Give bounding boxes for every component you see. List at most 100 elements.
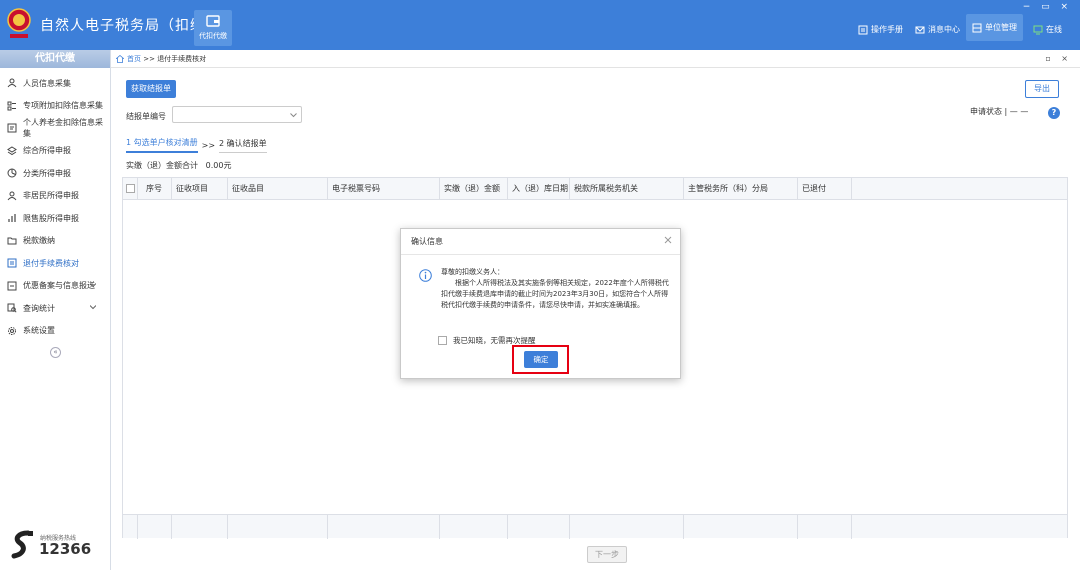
chevron-down-icon [290, 113, 297, 118]
gear-icon [8, 326, 16, 335]
table-footer [123, 514, 1067, 539]
export-button[interactable]: 导出 [1025, 80, 1059, 98]
col-levy-category: 征收品目 [228, 178, 328, 200]
building-icon [972, 23, 982, 32]
receipt-icon [7, 258, 17, 268]
pie-icon [7, 168, 17, 178]
list-icon [7, 101, 16, 111]
table-header: 序号 征收项目 征收品目 电子税票号码 实缴（退）金额 入（退）库日期 税款所属… [123, 178, 1067, 200]
col-levy-item: 征收项目 [172, 178, 228, 200]
monitor-icon [1033, 25, 1043, 34]
dialog-title: 确认信息 [401, 229, 680, 255]
breadcrumb-home[interactable]: 首页 [127, 54, 141, 64]
online-label: 在线 [1046, 25, 1062, 34]
settlement-number-label: 结报单编号 [126, 112, 166, 121]
total-amount: 实缴（退）金额合计 0.00元 [126, 161, 232, 170]
sidebar-item-tax-payment[interactable]: 税款缴纳 [0, 230, 110, 253]
select-all-checkbox[interactable] [126, 184, 135, 193]
sidebar-item-label: 系统设置 [23, 326, 55, 336]
step-separator: >> [201, 140, 216, 150]
highlight-box [512, 345, 569, 374]
sidebar-item-pension[interactable]: 个人养老金扣除信息采集 [0, 117, 110, 140]
person-icon [7, 78, 17, 88]
file-icon [7, 281, 17, 291]
footer-cell [328, 515, 440, 539]
sidebar-item-label: 限售股所得申报 [23, 213, 79, 223]
breadcrumb-current: 退付手续费核对 [157, 54, 207, 63]
sidebar-item-label: 税款缴纳 [23, 236, 55, 246]
col-index: 序号 [138, 178, 172, 200]
dialog-message: 尊敬的扣缴义务人： 根据个人所得税法及其实施条例等相关规定，2022年度个人所得… [441, 267, 673, 311]
tab-step2[interactable]: 2 确认结报单 [219, 138, 267, 153]
breadcrumb: 首页 >> 退付手续费核对 ▫ × [111, 50, 1080, 68]
search-icon [7, 303, 17, 313]
home-icon [116, 54, 124, 63]
chevron-down-icon [90, 305, 96, 310]
application-status: 申请状态 | — — [970, 107, 1029, 116]
sidebar-item-label: 专项附加扣除信息采集 [23, 101, 103, 111]
mail-icon [915, 26, 925, 33]
dialog-salutation: 尊敬的扣缴义务人： [441, 268, 504, 276]
sidebar-item-nonresident[interactable]: 非居民所得申报 [0, 185, 110, 208]
footer-cell [798, 515, 852, 539]
footer-cell [228, 515, 328, 539]
sidebar-item-query-stats[interactable]: 查询统计 [0, 297, 110, 320]
footer-cell [684, 515, 798, 539]
select-all-cell [123, 178, 138, 200]
footer-cell [508, 515, 570, 539]
footer-cell [123, 515, 138, 539]
app-header: 自然人电子税务局（扣缴端） 代扣代缴 − ▭ × 操作手册 消息中心 单位管理 … [0, 0, 1080, 50]
tab-controls[interactable]: ▫ × [1045, 54, 1072, 63]
fetch-settlement-button[interactable]: 获取结报单 [126, 80, 176, 98]
breadcrumb-separator: >> [141, 54, 158, 63]
sidebar-collapse-button[interactable]: « [50, 347, 61, 358]
col-refunded: 已退付 [798, 178, 852, 200]
sidebar-item-preferential-filing[interactable]: 优惠备案与信息报送 [0, 275, 110, 298]
person-icon [7, 191, 17, 201]
sidebar-item-fee-refund[interactable]: 退付手续费核对 [0, 252, 110, 275]
col-date: 入（退）库日期 [508, 178, 570, 200]
info-icon [419, 269, 432, 282]
sidebar-item-label: 非居民所得申报 [23, 191, 79, 201]
window-controls[interactable]: − ▭ × [1023, 2, 1072, 12]
sidebar: 代扣代缴 人员信息采集 专项附加扣除信息采集 个人养老金扣除信息采集 综合所得申… [0, 50, 111, 570]
unit-management-label: 单位管理 [985, 23, 1017, 32]
tab-step1[interactable]: 1 勾选单户核对清册 [126, 137, 198, 153]
hotline-logo-icon [11, 530, 33, 559]
hotline: 纳税服务热线 12366 [10, 528, 105, 562]
checkbox-box[interactable] [438, 336, 447, 345]
sidebar-item-classified-income[interactable]: 分类所得申报 [0, 162, 110, 185]
sidebar-item-comprehensive-income[interactable]: 综合所得申报 [0, 140, 110, 163]
manual-link[interactable]: 操作手册 [858, 24, 903, 35]
sidebar-item-label: 退付手续费核对 [23, 258, 79, 268]
sidebar-item-restricted-shares[interactable]: 限售股所得申报 [0, 207, 110, 230]
settlement-number-select[interactable] [172, 106, 302, 123]
sidebar-item-label: 查询统计 [23, 303, 55, 313]
close-icon[interactable] [663, 235, 673, 245]
next-step-button[interactable]: 下一步 [587, 546, 627, 563]
folder-icon [7, 237, 17, 245]
sidebar-item-label: 个人养老金扣除信息采集 [23, 118, 103, 139]
manual-label: 操作手册 [871, 25, 903, 34]
help-icon[interactable]: ? [1048, 107, 1060, 119]
hotline-number: 12366 [39, 540, 92, 558]
footer-cell [570, 515, 684, 539]
sidebar-item-label: 分类所得申报 [23, 168, 71, 178]
sidebar-item-person-info[interactable]: 人员信息采集 [0, 72, 110, 95]
document-icon [7, 123, 17, 133]
sidebar-heading: 代扣代缴 [0, 50, 110, 68]
col-amount: 实缴（退）金额 [440, 178, 508, 200]
tab-withholding-label: 代扣代缴 [199, 32, 227, 40]
col-tax-authority: 税款所属税务机关 [570, 178, 684, 200]
sidebar-item-special-deduction[interactable]: 专项附加扣除信息采集 [0, 95, 110, 118]
tab-withholding[interactable]: 代扣代缴 [194, 10, 232, 46]
online-link[interactable]: 在线 [1033, 24, 1062, 35]
sidebar-item-label: 优惠备案与信息报送 [23, 281, 95, 291]
dialog-text: 根据个人所得税法及其实施条例等相关规定，2022年度个人所得税代扣代缴手续费退库… [441, 279, 669, 309]
bar-chart-icon [8, 214, 16, 223]
unit-management-link[interactable]: 单位管理 [966, 14, 1023, 41]
footer-cell [440, 515, 508, 539]
message-center-link[interactable]: 消息中心 [915, 24, 960, 35]
col-branch: 主管税务所（科）分局 [684, 178, 798, 200]
sidebar-item-settings[interactable]: 系统设置 [0, 320, 110, 343]
